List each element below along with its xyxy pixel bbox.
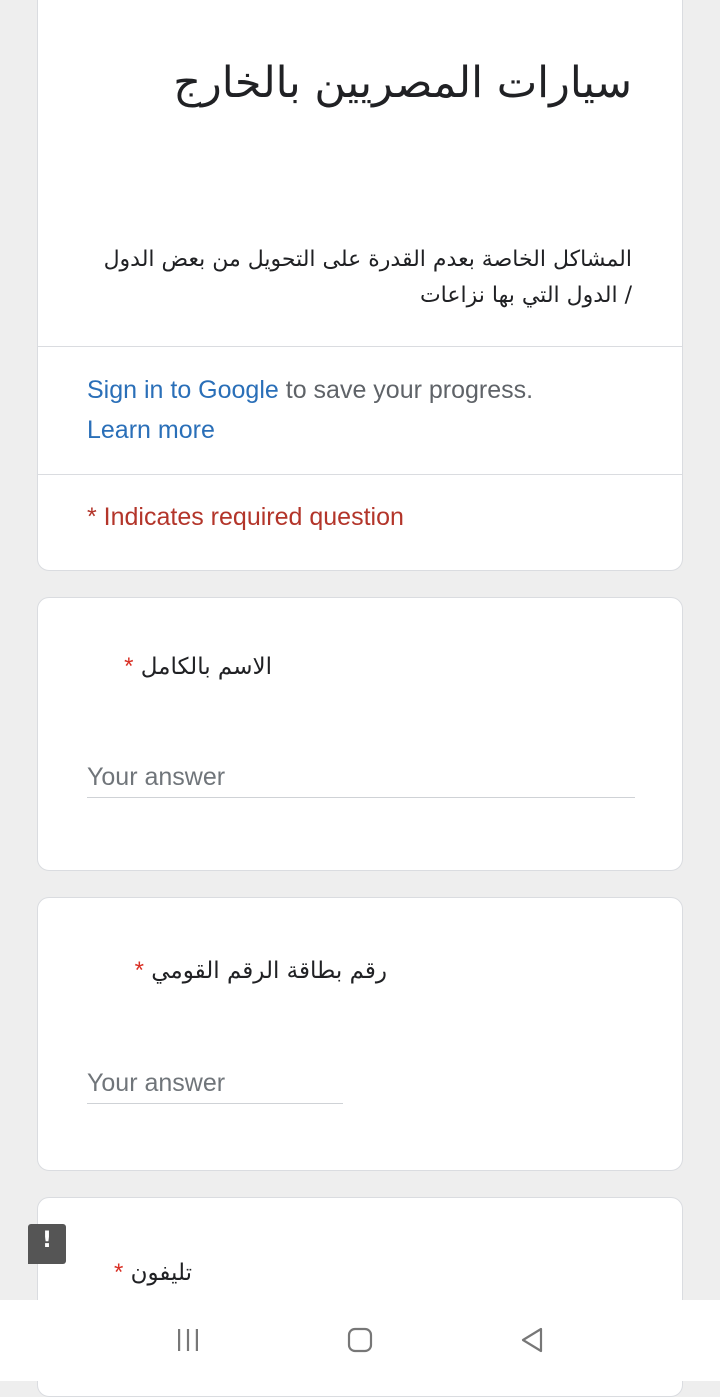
required-asterisk: * <box>134 957 144 984</box>
system-navigation-bar <box>0 1300 720 1381</box>
report-problem-icon: ! <box>41 1228 53 1253</box>
form-description: المشاكل الخاصة بعدم القدرة على التحويل م… <box>103 247 632 308</box>
sign-in-suffix: to save your progress. <box>278 376 534 404</box>
question-card-full-name: الاسم بالكامل * <box>37 597 683 871</box>
question-title: رقم بطاقة الرقم القومي * <box>135 954 387 988</box>
required-asterisk: * <box>124 653 134 680</box>
divider <box>38 474 682 475</box>
question-title: تليفون * <box>114 1256 192 1290</box>
divider <box>38 346 682 347</box>
learn-more-link[interactable]: Learn more <box>87 416 215 444</box>
home-icon <box>347 1327 373 1353</box>
report-problem-button[interactable]: ! <box>28 1224 66 1264</box>
back-icon <box>521 1327 543 1353</box>
form-title: سيارات المصريين بالخارج <box>173 58 632 108</box>
recent-apps-icon <box>178 1329 198 1351</box>
full-name-input[interactable] <box>87 758 635 798</box>
required-asterisk: * <box>113 1259 124 1286</box>
national-id-input[interactable] <box>87 1064 343 1104</box>
form-header-card: سيارات المصريين بالخارج المشاكل الخاصة ب… <box>37 0 683 571</box>
question-title: الاسم بالكامل * <box>124 650 272 684</box>
sign-in-notice: Sign in to Google to save your progress.… <box>87 370 647 450</box>
question-label: الاسم بالكامل <box>140 654 272 680</box>
back-button[interactable] <box>512 1320 552 1360</box>
recent-apps-button[interactable] <box>168 1320 208 1360</box>
question-label: تليفون <box>130 1260 192 1286</box>
question-card-national-id: رقم بطاقة الرقم القومي * <box>37 897 683 1171</box>
question-label: رقم بطاقة الرقم القومي <box>151 958 387 984</box>
home-button[interactable] <box>340 1320 380 1360</box>
required-question-note: * Indicates required question <box>87 503 404 531</box>
sign-in-link[interactable]: Sign in to Google <box>87 376 279 404</box>
